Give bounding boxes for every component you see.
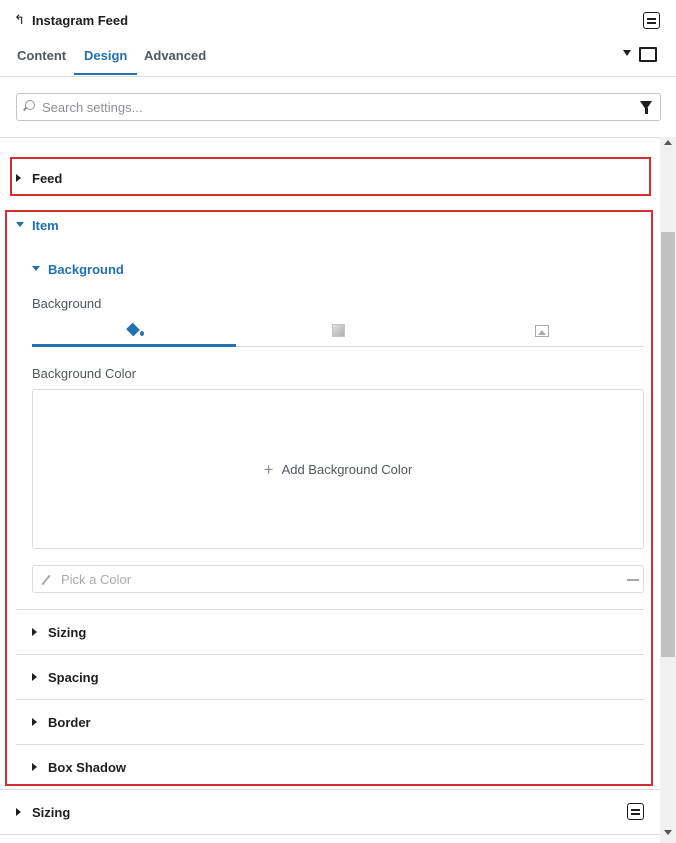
paint-bucket-icon [126, 322, 144, 337]
sliders-icon [631, 808, 640, 815]
highlight-feed [10, 157, 651, 196]
tab-advanced[interactable]: Advanced [144, 48, 206, 73]
subsection-border-label: Border [48, 715, 91, 730]
eyedropper-icon[interactable] [41, 574, 51, 586]
search-input[interactable] [42, 94, 632, 120]
divider [0, 789, 660, 790]
divider [16, 744, 644, 745]
divider [16, 699, 644, 700]
page-title: Instagram Feed [32, 13, 129, 28]
caret-right-icon [16, 808, 21, 816]
back-arrow-icon[interactable]: ↰ [14, 12, 25, 28]
subsection-box-shadow-label: Box Shadow [48, 760, 127, 775]
search-box [16, 93, 661, 121]
caret-down-icon[interactable] [623, 50, 631, 56]
pick-color-input[interactable] [61, 566, 621, 592]
caret-down-icon [32, 266, 40, 271]
caret-down-icon [16, 222, 24, 227]
bg-tab-image[interactable] [440, 314, 644, 347]
section-item-label: Item [32, 218, 59, 233]
panel-header: ↰ Instagram Feed [0, 0, 676, 40]
section-feed-label: Feed [32, 171, 63, 186]
caret-right-icon [32, 628, 37, 636]
minus-icon[interactable] [627, 579, 639, 581]
subsection-sizing-label: Sizing [48, 625, 87, 640]
responsive-options-button[interactable] [627, 803, 644, 820]
caret-right-icon [16, 174, 21, 182]
bg-tab-classic[interactable] [32, 314, 236, 347]
subsection-background-label: Background [48, 262, 124, 277]
scroll-down-arrow[interactable] [664, 830, 672, 835]
divider [16, 654, 644, 655]
plus-icon: + [263, 459, 274, 479]
add-background-color-label: Add Background Color [281, 461, 413, 477]
section-sizing-label: Sizing [32, 805, 71, 820]
background-field-label: Background [32, 296, 102, 311]
subsection-spacing-label: Spacing [48, 670, 99, 685]
scroll-up-arrow[interactable] [664, 140, 672, 145]
device-preview-icon[interactable] [639, 47, 657, 62]
tab-design[interactable]: Design [74, 48, 138, 75]
search-icon [25, 100, 35, 110]
background-color-area[interactable]: + Add Background Color [32, 389, 644, 549]
background-color-label: Background Color [32, 366, 137, 381]
bg-tab-gradient[interactable] [236, 314, 440, 347]
pick-color-field [32, 565, 644, 593]
caret-right-icon [32, 718, 37, 726]
divider [0, 137, 660, 138]
caret-right-icon [32, 763, 37, 771]
divider [0, 834, 660, 835]
image-icon [535, 324, 549, 337]
divider [16, 609, 644, 610]
tab-content[interactable]: Content [17, 48, 66, 73]
filter-icon[interactable] [640, 101, 652, 114]
sliders-button[interactable] [643, 12, 660, 29]
gradient-icon [331, 324, 345, 337]
sliders-icon [647, 17, 656, 24]
background-type-tabs [32, 314, 644, 347]
add-background-color-button[interactable]: + Add Background Color [264, 461, 413, 478]
tab-bar: Content Design Advanced [0, 40, 676, 77]
caret-right-icon [32, 673, 37, 681]
scrollbar-thumb[interactable] [661, 232, 675, 657]
